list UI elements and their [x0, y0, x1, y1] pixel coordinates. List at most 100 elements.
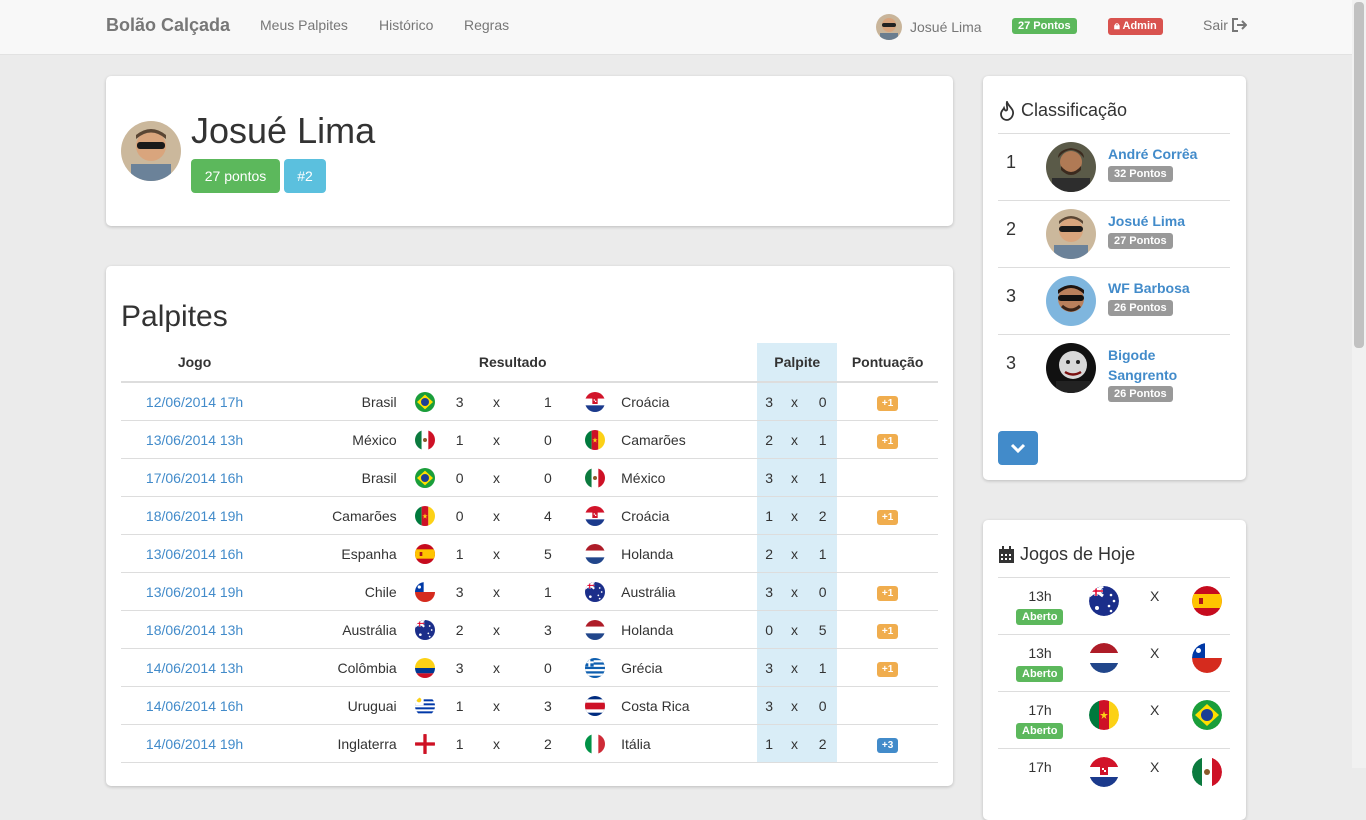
game-date-link[interactable]: 12/06/2014 17h: [121, 382, 269, 421]
away-flag-icon: [1192, 700, 1222, 730]
admin-badge[interactable]: 🔒︎ Admin: [1108, 18, 1163, 35]
game-date-link[interactable]: 17/06/2014 16h: [121, 458, 269, 497]
game-date-link[interactable]: 13/06/2014 13h: [121, 420, 269, 459]
guess-home: 1: [757, 724, 781, 763]
home-flag-icon: [406, 724, 444, 763]
expand-ranking-button[interactable]: [998, 431, 1038, 465]
header-pontuacao: Pontuação: [837, 343, 938, 383]
ranking-user-link[interactable]: André Corrêa: [1108, 144, 1218, 164]
away-team: Itália: [611, 724, 758, 763]
away-score: 5: [517, 534, 579, 573]
ranking-position: 3: [1006, 353, 1017, 373]
table-row: 14/06/2014 13h Colômbia 3 x 0 Grécia 3 x…: [121, 648, 938, 687]
versus-x: x: [475, 420, 517, 459]
guess-away: 2: [808, 724, 838, 763]
away-team: Croácia: [611, 496, 758, 535]
guess-home: 3: [757, 458, 781, 497]
home-team: Inglaterra: [268, 724, 407, 763]
game-item: 17h X: [998, 748, 1230, 805]
away-flag-icon: [1192, 643, 1222, 673]
game-date-link[interactable]: 13/06/2014 16h: [121, 534, 269, 573]
profile-panel: Josué Lima 27 pontos #2: [106, 76, 953, 226]
guess-away: 1: [808, 534, 838, 573]
fire-icon: [1000, 100, 1015, 121]
away-flag-icon: [578, 458, 612, 497]
guess-away: 2: [808, 496, 838, 535]
profile-name: Josué Lima: [191, 110, 376, 151]
ranking-position: 3: [1006, 286, 1017, 306]
home-flag-icon: [406, 610, 444, 649]
nav-user-menu[interactable]: Josué Lima: [876, 14, 982, 40]
top-navbar: Bolão Calçada Meus Palpites Histórico Re…: [0, 0, 1352, 55]
home-flag-icon: [406, 458, 444, 497]
home-score: 1: [443, 686, 476, 725]
guess-home: 3: [757, 648, 781, 687]
home-team: Colômbia: [268, 648, 407, 687]
game-date-link[interactable]: 14/06/2014 13h: [121, 648, 269, 687]
chevron-down-icon: [1010, 443, 1026, 454]
home-team: Austrália: [268, 610, 407, 649]
away-flag-icon: [578, 382, 612, 421]
guess-x: x: [781, 458, 809, 497]
game-status-badge: Aberto: [1016, 666, 1064, 682]
away-score: 1: [517, 572, 579, 611]
brand-link[interactable]: Bolão Calçada: [106, 15, 230, 36]
admin-label: Admin: [1122, 20, 1157, 32]
away-team: México: [611, 458, 758, 497]
away-team: Holanda: [611, 534, 758, 573]
home-flag-icon: [1089, 700, 1119, 730]
points-button[interactable]: 27 pontos: [191, 159, 280, 193]
away-flag-icon: [578, 724, 612, 763]
game-date-link[interactable]: 18/06/2014 13h: [121, 610, 269, 649]
home-flag-icon: [406, 496, 444, 535]
home-flag-icon: [1089, 757, 1119, 787]
away-team: Croácia: [611, 382, 758, 421]
game-item: 17h Aberto X: [998, 691, 1230, 748]
home-team: Brasil: [268, 458, 407, 497]
scrollbar-thumb[interactable]: [1354, 2, 1364, 348]
versus-x: x: [475, 686, 517, 725]
ranking-user-link[interactable]: WF Barbosa: [1108, 278, 1218, 298]
away-flag-icon: [578, 686, 612, 725]
home-flag-icon: [406, 382, 444, 421]
away-flag-icon: [1192, 757, 1222, 787]
away-flag-icon: [578, 648, 612, 687]
game-status-badge: Aberto: [1016, 609, 1064, 625]
nav-historico[interactable]: Histórico: [379, 17, 433, 33]
game-status-badge: Aberto: [1016, 723, 1064, 739]
home-score: 2: [443, 610, 476, 649]
ranking-user-link[interactable]: Josué Lima: [1108, 211, 1218, 231]
logout-link[interactable]: Sair: [1203, 17, 1247, 33]
home-team: México: [268, 420, 407, 459]
points-cell: +3: [837, 724, 938, 763]
rank-button[interactable]: #2: [284, 159, 326, 193]
profile-avatar: [121, 121, 181, 181]
away-team: Holanda: [611, 610, 758, 649]
guess-x: x: [781, 534, 809, 573]
guess-home: 3: [757, 686, 781, 725]
ranking-item: 2 Josué Lima 27 Pontos: [998, 200, 1230, 268]
guess-home: 2: [757, 534, 781, 573]
away-score: 0: [517, 420, 579, 459]
versus-x: x: [475, 648, 517, 687]
home-score: 3: [443, 382, 476, 421]
game-date-link[interactable]: 13/06/2014 19h: [121, 572, 269, 611]
away-score: 0: [517, 458, 579, 497]
away-flag-icon: [578, 420, 612, 459]
away-flag-icon: [578, 610, 612, 649]
table-row: 14/06/2014 19h Inglaterra 1 x 2 Itália 1…: [121, 724, 938, 763]
classificacao-title: Classificação: [998, 100, 1127, 121]
game-date-link[interactable]: 18/06/2014 19h: [121, 496, 269, 535]
home-flag-icon: [406, 648, 444, 687]
nav-meus-palpites[interactable]: Meus Palpites: [260, 17, 348, 33]
home-flag-icon: [406, 420, 444, 459]
versus-x: x: [475, 610, 517, 649]
ranking-user-link[interactable]: Bigode Sangrento: [1108, 345, 1218, 385]
game-date-link[interactable]: 14/06/2014 16h: [121, 686, 269, 725]
nav-regras[interactable]: Regras: [464, 17, 509, 33]
scrollbar[interactable]: [1352, 0, 1366, 768]
game-item: 13h Aberto X: [998, 577, 1230, 634]
classificacao-title-text: Classificação: [1021, 100, 1128, 120]
game-date-link[interactable]: 14/06/2014 19h: [121, 724, 269, 763]
points-badge: 27 Pontos: [1012, 18, 1077, 34]
